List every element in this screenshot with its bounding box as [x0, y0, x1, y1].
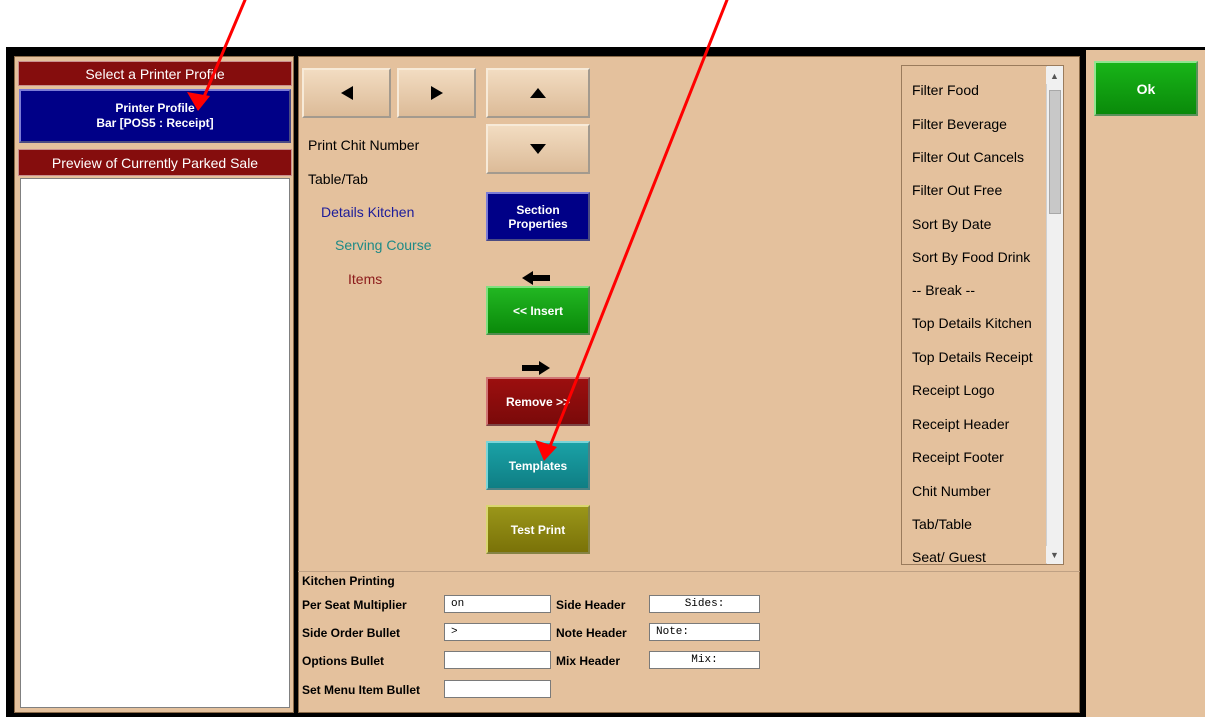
- down-triangle-icon: [530, 144, 546, 154]
- list-item[interactable]: Receipt Header: [912, 416, 1044, 432]
- options-bullet-label: Options Bullet: [302, 654, 384, 668]
- scroll-up-icon[interactable]: ▲: [1046, 67, 1063, 84]
- ok-button[interactable]: Ok: [1094, 61, 1198, 116]
- mix-header-field[interactable]: Mix:: [649, 651, 760, 669]
- side-order-bullet-field[interactable]: >: [444, 623, 551, 641]
- move-up-button[interactable]: [486, 68, 590, 118]
- set-menu-item-bullet-label: Set Menu Item Bullet: [302, 683, 421, 697]
- printer-profile-label: Printer Profile: [115, 101, 195, 115]
- list-item[interactable]: Receipt Footer: [912, 449, 1044, 465]
- list-item[interactable]: Tab/Table: [912, 516, 1044, 532]
- kitchen-printing-legend: Kitchen Printing: [300, 574, 397, 588]
- list-item[interactable]: Filter Food: [912, 82, 1044, 98]
- per-seat-multiplier-field[interactable]: on: [444, 595, 551, 613]
- note-header-field[interactable]: Note:: [649, 623, 760, 641]
- list-item[interactable]: Receipt Logo: [912, 382, 1044, 398]
- list-item[interactable]: Top Details Receipt: [912, 349, 1044, 365]
- note-header-label: Note Header: [556, 626, 627, 640]
- section-list[interactable]: Filter Food Filter Beverage Filter Out C…: [901, 65, 1064, 565]
- side-order-bullet-label: Side Order Bullet: [302, 626, 401, 640]
- tree-item-table-tab[interactable]: Table/Tab: [308, 171, 368, 187]
- insert-button[interactable]: << Insert: [486, 286, 590, 335]
- left-triangle-icon: [340, 86, 353, 100]
- scroll-thumb[interactable]: [1049, 90, 1061, 214]
- list-item[interactable]: Sort By Date: [912, 216, 1044, 232]
- list-item[interactable]: Filter Out Cancels: [912, 149, 1044, 165]
- section-properties-button[interactable]: Section Properties: [486, 192, 590, 241]
- list-item[interactable]: Sort By Food Drink: [912, 249, 1044, 265]
- mix-header-label: Mix Header: [556, 654, 621, 668]
- sale-preview-area[interactable]: [20, 178, 290, 708]
- list-item[interactable]: -- Break --: [912, 282, 1044, 298]
- remove-button[interactable]: Remove >>: [486, 377, 590, 426]
- list-item[interactable]: Filter Out Free: [912, 182, 1044, 198]
- preview-header: Preview of Currently Parked Sale: [18, 149, 292, 176]
- right-panel: [1086, 50, 1205, 717]
- scroll-down-icon[interactable]: ▼: [1046, 546, 1063, 563]
- tree-item-serving-course[interactable]: Serving Course: [335, 237, 432, 253]
- move-left-button[interactable]: [302, 68, 391, 118]
- select-profile-header: Select a Printer Profile: [18, 61, 292, 86]
- side-header-field[interactable]: Sides:: [649, 595, 760, 613]
- move-down-button[interactable]: [486, 124, 590, 174]
- list-item[interactable]: Top Details Kitchen: [912, 315, 1044, 331]
- per-seat-multiplier-label: Per Seat Multiplier: [302, 598, 407, 612]
- printer-profile-value: Bar [POS5 : Receipt]: [96, 116, 214, 130]
- set-menu-item-bullet-field[interactable]: [444, 680, 551, 698]
- tree-item-details-kitchen[interactable]: Details Kitchen: [321, 204, 414, 220]
- list-item[interactable]: Filter Beverage: [912, 116, 1044, 132]
- tree-item-print-chit-number[interactable]: Print Chit Number: [308, 137, 419, 153]
- right-arrow-icon: [522, 361, 550, 375]
- templates-button[interactable]: Templates: [486, 441, 590, 490]
- printer-profile-button[interactable]: Printer Profile Bar [POS5 : Receipt]: [19, 89, 291, 143]
- right-triangle-icon: [430, 86, 443, 100]
- list-item[interactable]: Chit Number: [912, 483, 1044, 499]
- side-header-label: Side Header: [556, 598, 626, 612]
- up-triangle-icon: [530, 88, 546, 98]
- tree-item-items[interactable]: Items: [348, 271, 382, 287]
- left-arrow-icon: [522, 271, 550, 285]
- move-right-button[interactable]: [397, 68, 476, 118]
- test-print-button[interactable]: Test Print: [486, 505, 590, 554]
- list-item[interactable]: Seat/ Guest: [912, 549, 1044, 564]
- options-bullet-field[interactable]: [444, 651, 551, 669]
